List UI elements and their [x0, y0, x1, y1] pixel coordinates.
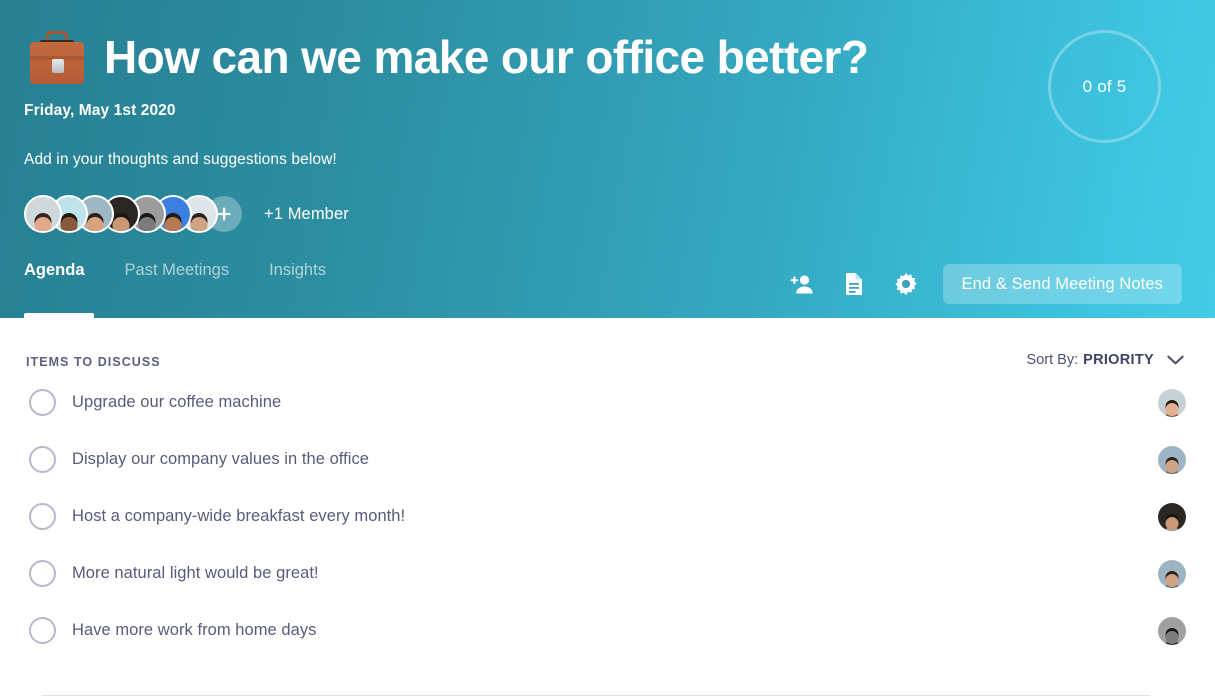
content-header: ITEMS TO DISCUSS Sort By: PRIORITY — [0, 318, 1215, 380]
sort-by-value: PRIORITY — [1083, 352, 1154, 368]
briefcase-icon — [24, 26, 90, 88]
agenda-content: ITEMS TO DISCUSS Sort By: PRIORITY Upgra… — [0, 318, 1215, 700]
item-checkbox[interactable] — [29, 617, 56, 644]
end-send-meeting-notes-button[interactable]: End & Send Meeting Notes — [942, 264, 1182, 304]
members-count-label: +1 Member — [264, 204, 349, 223]
item-owner-avatar[interactable] — [1158, 616, 1186, 645]
item-checkbox[interactable] — [29, 503, 56, 530]
title-row: How can we make our office better? — [24, 24, 869, 90]
item-owner-avatar[interactable] — [1158, 502, 1186, 531]
sort-by-label: Sort By: — [1026, 352, 1079, 368]
item-owner-avatar[interactable] — [1158, 445, 1186, 474]
tab-bar: Agenda Past Meetings Insights End & Send… — [0, 250, 1215, 318]
sort-by-control[interactable]: Sort By: PRIORITY — [1027, 352, 1184, 368]
avatar-face — [1165, 573, 1179, 587]
item-text: Upgrade our coffee machine — [72, 393, 282, 411]
agenda-item-row[interactable]: Host a company-wide breakfast every mont… — [0, 488, 1215, 545]
tab-past-meetings[interactable]: Past Meetings — [125, 258, 230, 280]
tab-agenda[interactable]: Agenda — [24, 258, 85, 280]
document-icon[interactable] — [839, 269, 869, 299]
progress-ring-label: 0 of 5 — [1082, 76, 1127, 96]
item-text: Host a company-wide breakfast every mont… — [72, 507, 406, 525]
progress-ring: 0 of 5 — [1048, 30, 1161, 143]
agenda-item-row[interactable]: Upgrade our coffee machine — [0, 374, 1215, 431]
meeting-subtitle: Add in your thoughts and suggestions bel… — [24, 151, 337, 168]
section-label: ITEMS TO DISCUSS — [26, 355, 161, 369]
item-checkbox[interactable] — [29, 389, 56, 416]
avatar-face — [60, 217, 78, 231]
header-actions: End & Send Meeting Notes — [787, 264, 1182, 304]
avatar-face — [112, 217, 130, 231]
avatar-face — [86, 217, 104, 231]
agenda-item-row[interactable]: More natural light would be great! — [0, 545, 1215, 602]
member-avatar-1[interactable] — [24, 195, 62, 233]
person-add-icon[interactable] — [787, 269, 817, 299]
bottom-divider — [42, 695, 1150, 696]
gear-icon[interactable] — [891, 269, 921, 299]
meeting-header: How can we make our office better? Frida… — [0, 0, 1215, 318]
item-text: Display our company values in the office — [72, 450, 370, 468]
item-text: Have more work from home days — [72, 621, 317, 639]
avatar-face — [1165, 630, 1179, 644]
avatar-face — [164, 217, 182, 231]
avatar-face — [190, 217, 208, 231]
item-text: More natural light would be great! — [72, 564, 319, 582]
meeting-date: Friday, May 1st 2020 — [24, 102, 176, 119]
avatar-face — [1165, 516, 1179, 530]
agenda-item-row[interactable]: Have more work from home days — [0, 602, 1215, 659]
members-row: +1 Member — [24, 194, 349, 234]
item-checkbox[interactable] — [29, 446, 56, 473]
plus-icon — [217, 207, 231, 221]
items-to-discuss-list: Upgrade our coffee machine Display our co… — [0, 374, 1215, 659]
agenda-item-row[interactable]: Display our company values in the office — [0, 431, 1215, 488]
item-owner-avatar[interactable] — [1158, 388, 1186, 417]
avatar-face — [34, 217, 52, 231]
chevron-down-icon[interactable] — [1167, 355, 1184, 366]
tab-insights[interactable]: Insights — [269, 258, 326, 280]
item-checkbox[interactable] — [29, 560, 56, 587]
avatar-face — [138, 217, 156, 231]
page-title: How can we make our office better? — [104, 31, 869, 83]
avatar-face — [1165, 459, 1179, 473]
avatar-face — [1165, 402, 1179, 416]
item-owner-avatar[interactable] — [1158, 559, 1186, 588]
